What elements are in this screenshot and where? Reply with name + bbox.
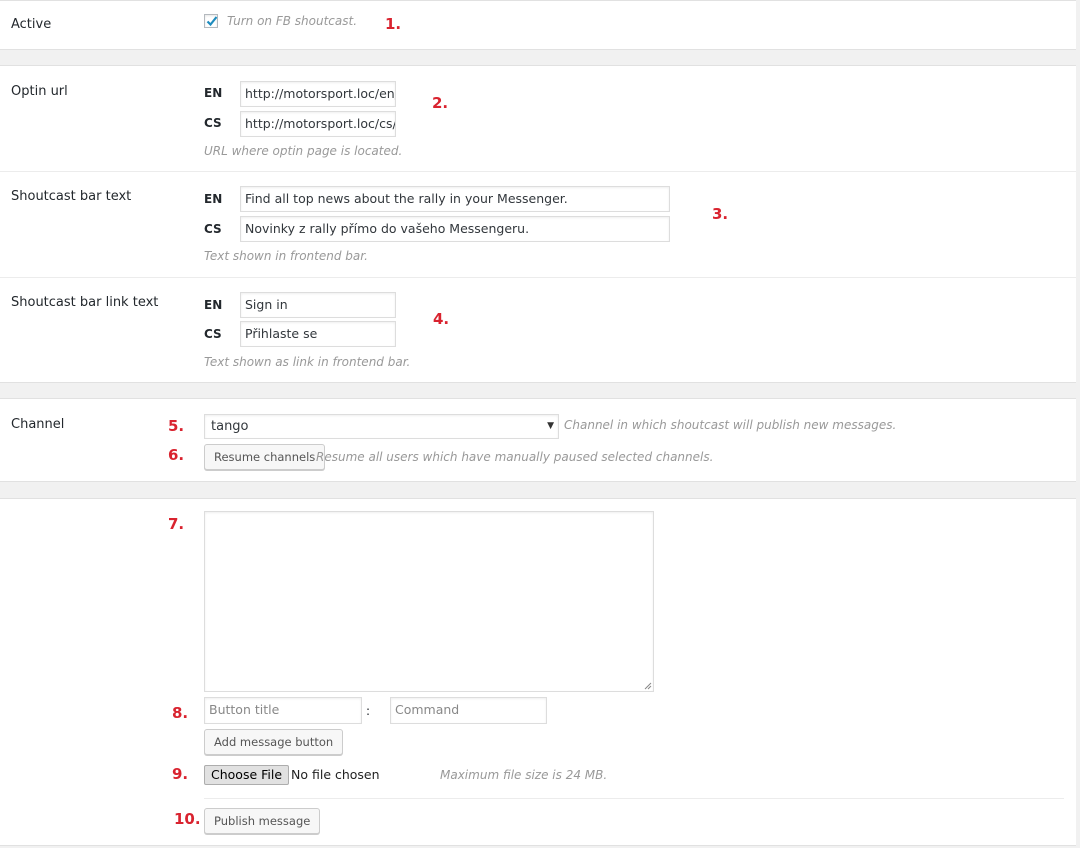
- active-checkbox[interactable]: [204, 14, 218, 28]
- bar-link-text-en-input[interactable]: Sign in: [240, 292, 396, 318]
- resume-channels-description: Resume all users which have manually pau…: [316, 450, 714, 464]
- optin-url-lang-en: EN: [204, 86, 223, 100]
- optin-url-row: Optin url EN http://motorsport.loc/en/s …: [0, 66, 1076, 171]
- resume-channels-button[interactable]: Resume channels: [204, 444, 326, 470]
- bar-text-cs-input[interactable]: Novinky z rally přímo do vašeho Messenge…: [240, 216, 670, 242]
- no-file-chosen-text: No file chosen: [291, 767, 380, 782]
- marker-1: 1.: [385, 15, 402, 33]
- active-label: Active: [11, 17, 52, 32]
- marker-10: 10.: [174, 810, 201, 828]
- add-message-button[interactable]: Add message button: [204, 729, 344, 755]
- max-file-size-text: Maximum file size is 24 MB.: [440, 768, 608, 782]
- bar-text-description: Text shown in frontend bar.: [204, 249, 368, 263]
- active-checkbox-text: Turn on FB shoutcast.: [227, 14, 358, 28]
- channel-select[interactable]: tango ▼: [204, 414, 559, 439]
- marker-6: 6.: [168, 446, 185, 464]
- resize-grip-icon[interactable]: [644, 682, 652, 690]
- choose-file-button[interactable]: Choose File: [204, 765, 290, 785]
- channel-description: Channel in which shoutcast will publish …: [564, 418, 897, 432]
- optin-url-en-input[interactable]: http://motorsport.loc/en/s: [240, 81, 396, 107]
- bar-text-lang-cs: CS: [204, 222, 222, 236]
- bar-link-text-cs-input[interactable]: Přihlaste se: [240, 321, 396, 347]
- marker-7: 7.: [168, 515, 185, 533]
- message-textarea[interactable]: [204, 511, 654, 692]
- optin-url-lang-cs: CS: [204, 116, 222, 130]
- marker-3: 3.: [712, 205, 729, 223]
- marker-8: 8.: [172, 704, 189, 722]
- dropdown-arrow-icon: ▼: [547, 421, 554, 431]
- bar-text-row: Shoutcast bar text EN Find all top news …: [0, 172, 1076, 277]
- channel-label: Channel: [11, 417, 65, 432]
- marker-5: 5.: [168, 417, 185, 435]
- bar-link-text-label: Shoutcast bar link text: [11, 295, 159, 310]
- bar-link-text-description: Text shown as link in frontend bar.: [204, 355, 411, 369]
- button-title-input[interactable]: Button title: [204, 697, 362, 724]
- optin-url-label: Optin url: [11, 84, 68, 99]
- marker-4: 4.: [433, 310, 450, 328]
- channel-panel: Channel 5. tango ▼ Channel in which shou…: [0, 398, 1076, 482]
- channel-select-value: tango: [211, 419, 249, 434]
- bar-link-text-lang-cs: CS: [204, 327, 222, 341]
- active-panel: Active Turn on FB shoutcast. 1.: [0, 0, 1076, 50]
- button-command-separator: :: [366, 704, 371, 718]
- checkmark-icon: [206, 16, 218, 27]
- optin-url-cs-input[interactable]: http://motorsport.loc/cs/sl: [240, 111, 396, 137]
- bar-text-label: Shoutcast bar text: [11, 189, 132, 204]
- publish-message-button[interactable]: Publish message: [204, 808, 321, 834]
- texts-panel: Optin url EN http://motorsport.loc/en/s …: [0, 65, 1076, 383]
- command-input[interactable]: Command: [390, 697, 547, 724]
- bar-text-lang-en: EN: [204, 192, 223, 206]
- bar-text-en-input[interactable]: Find all top news about the rally in you…: [240, 186, 670, 212]
- row-divider: [204, 798, 1064, 799]
- bar-link-text-lang-en: EN: [204, 298, 223, 312]
- marker-9: 9.: [172, 765, 189, 783]
- optin-url-description: URL where optin page is located.: [204, 144, 403, 158]
- bar-link-text-row: Shoutcast bar link text EN Sign in CS Př…: [0, 278, 1076, 383]
- message-panel: 7. 8. Button title : Command Add message…: [0, 498, 1076, 846]
- marker-2: 2.: [432, 94, 449, 112]
